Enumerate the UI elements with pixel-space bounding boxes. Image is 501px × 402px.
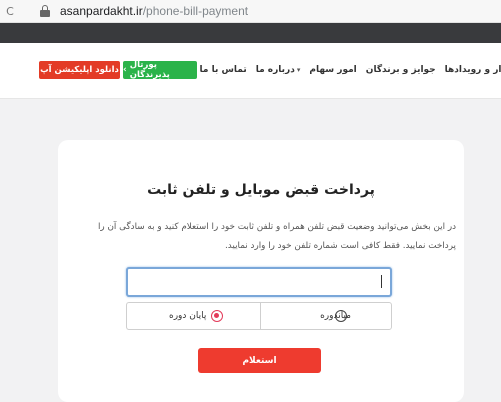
reload-icon[interactable]: C: [2, 5, 18, 18]
nav-item-shares[interactable]: امور سهام: [309, 65, 356, 75]
nav-item-label: جوایز و برندگان: [365, 65, 436, 75]
radio-mid-period[interactable]: میاندوره: [260, 302, 392, 330]
radio-checked-icon[interactable]: [211, 310, 223, 322]
merchant-portal-label: پورتال پذیرندگان: [129, 60, 170, 80]
form-description: در این بخش می‌توانید وضعیت قبض تلفن همرا…: [97, 222, 456, 251]
url-text[interactable]: asanpardakht.ir/phone-bill-payment: [60, 4, 248, 18]
lock-icon[interactable]: [40, 5, 50, 17]
chevron-down-icon: ▾: [296, 66, 301, 74]
nav-item-label: درباره ما: [255, 65, 295, 75]
download-app-button[interactable]: دانلود اپلیکیشن آپ: [39, 61, 120, 79]
radio-end-period[interactable]: پایان دوره: [126, 302, 260, 330]
nav-item-label: تماس با ما: [199, 65, 247, 75]
nav-item-events[interactable]: ار و رویدادها ▾: [445, 65, 501, 75]
merchant-portal-button[interactable]: ‹ پورتال پذیرندگان: [123, 60, 197, 80]
browser-address-bar: C asanpardakht.ir/phone-bill-payment: [0, 0, 501, 23]
page-title: پرداخت قبض موبایل و تلفن ثابت: [147, 182, 375, 198]
url-domain: asanpardakht.ir: [60, 4, 143, 18]
radio-unchecked-icon[interactable]: [335, 310, 347, 322]
inquiry-button[interactable]: استعلام: [198, 348, 321, 373]
nav-item-label: امور سهام: [309, 65, 357, 75]
radio-label: پایان دوره: [169, 311, 207, 321]
nav-item-about[interactable]: درباره ما ▾: [256, 65, 301, 75]
url-path: /phone-bill-payment: [142, 4, 249, 18]
top-strip: [0, 23, 501, 43]
main-nav: ار و رویدادها ▾ جوایز و برندگان امور سها…: [200, 61, 501, 79]
nav-item-contact[interactable]: تماس با ما: [200, 65, 247, 75]
phone-number-input[interactable]: [126, 267, 392, 297]
bill-period-radio-group: میاندوره پایان دوره: [126, 302, 392, 330]
text-cursor: [381, 275, 382, 288]
nav-item-label: ار و رویدادها: [444, 65, 501, 75]
chevron-left-icon: ‹: [123, 65, 127, 75]
nav-item-prizes[interactable]: جوایز و برندگان: [366, 65, 436, 75]
